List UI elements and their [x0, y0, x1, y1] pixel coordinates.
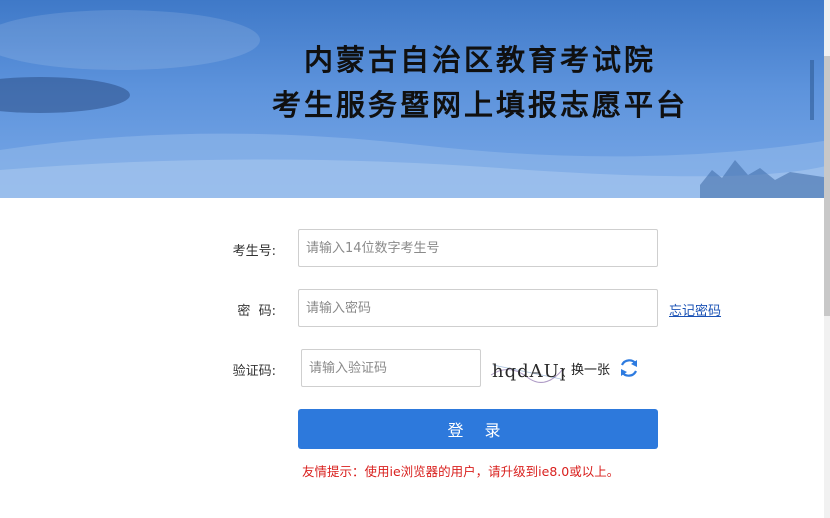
scrollbar-thumb[interactable]	[824, 56, 830, 316]
header-title-line1: 内蒙古自治区教育考试院	[303, 43, 656, 77]
login-button[interactable]: 登 录	[298, 409, 658, 449]
refresh-captcha-link[interactable]: 换一张	[571, 359, 610, 378]
forgot-password-link[interactable]: 忘记密码	[669, 300, 721, 319]
captcha-input[interactable]	[301, 349, 481, 387]
password-label: 密 码:	[237, 304, 276, 319]
exam-number-label: 考生号:	[232, 244, 276, 259]
exam-number-input[interactable]	[298, 229, 658, 267]
refresh-icon[interactable]	[617, 356, 641, 380]
header-title-line2: 考生服务暨网上填报志愿平台	[271, 88, 688, 122]
password-input[interactable]	[298, 289, 658, 327]
captcha-label: 验证码:	[232, 364, 276, 379]
header-banner: 内蒙古自治区教育考试院 考生服务暨网上填报志愿平台	[0, 0, 830, 198]
captcha-image[interactable]: hqdAUp	[489, 353, 565, 387]
page-scrollbar[interactable]	[824, 0, 830, 518]
browser-tip: 友情提示：使用ie浏览器的用户，请升级到ie8.0或以上。	[302, 464, 620, 479]
captcha-text: hqdAUp	[492, 361, 565, 382]
